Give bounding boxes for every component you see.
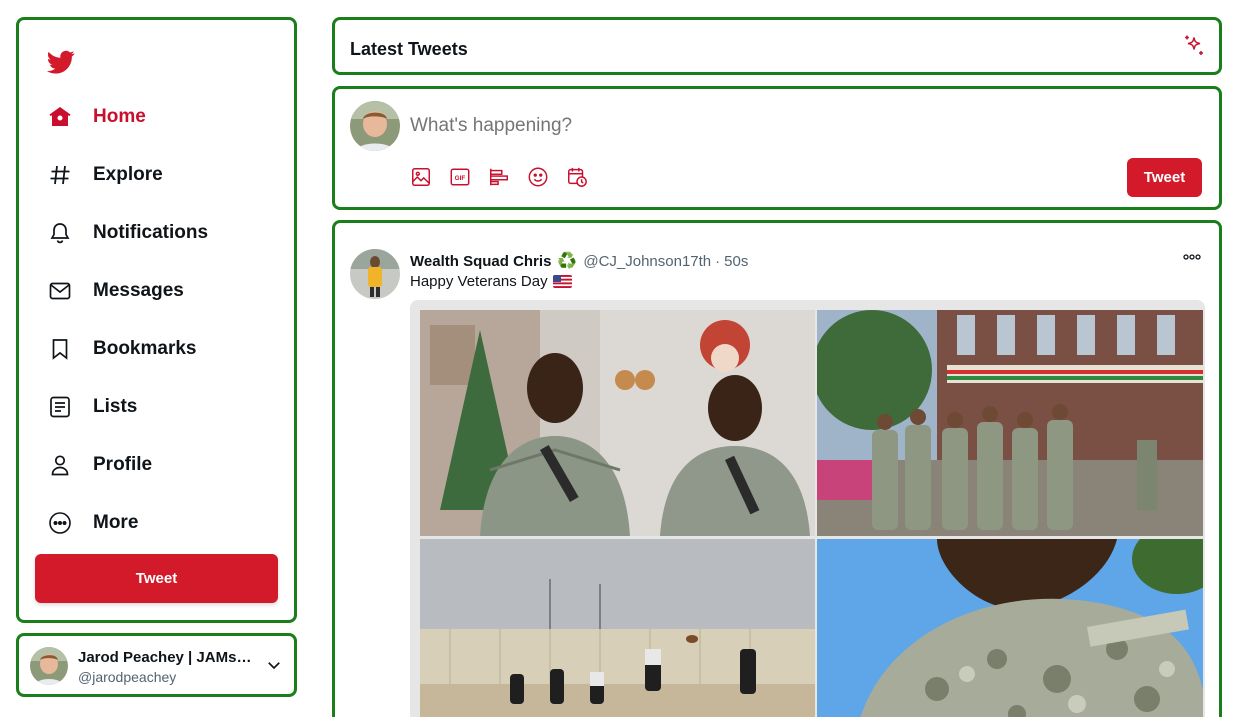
avatar xyxy=(30,647,68,685)
more-options-icon[interactable] xyxy=(1182,251,1202,263)
sidebar-nav: Home Explore Notifications Messages Book… xyxy=(16,17,297,623)
sparkle-icon[interactable] xyxy=(1182,34,1206,58)
tweet-timestamp[interactable]: 50s xyxy=(724,253,748,270)
sidebar-tweet-button[interactable]: Tweet xyxy=(35,554,278,603)
account-name: Jarod Peachey | JAMstack Developer xyxy=(78,649,256,666)
mail-icon xyxy=(47,278,73,304)
compose-input[interactable] xyxy=(410,115,1110,137)
svg-text:GIF: GIF xyxy=(455,175,466,182)
bell-icon xyxy=(47,220,73,246)
soldiers-street-group-photo[interactable] xyxy=(817,310,1203,536)
image-icon[interactable] xyxy=(410,166,432,188)
schedule-icon[interactable] xyxy=(566,166,588,188)
sidebar-item-messages[interactable]: Messages xyxy=(47,271,184,311)
chevron-down-icon[interactable] xyxy=(265,656,283,674)
tweet-author-name[interactable]: Wealth Squad Chris xyxy=(410,253,551,270)
sidebar-item-label: More xyxy=(93,512,139,533)
more-circle-icon xyxy=(47,510,73,536)
timeline-header: Latest Tweets xyxy=(332,17,1222,75)
compose-toolbar: GIF xyxy=(410,166,588,188)
avatar[interactable] xyxy=(350,249,400,299)
soldiers-christmas-photo[interactable] xyxy=(420,310,815,536)
sidebar-item-label: Profile xyxy=(93,454,153,475)
sidebar-item-home[interactable]: Home xyxy=(47,97,146,137)
tweet-media-grid xyxy=(410,300,1205,717)
account-switcher[interactable]: Jarod Peachey | JAMstack Developer @jaro… xyxy=(16,633,297,697)
hashtag-icon xyxy=(47,162,73,188)
twitter-logo-icon[interactable] xyxy=(46,48,76,76)
sidebar-item-more[interactable]: More xyxy=(47,503,138,543)
sidebar-item-label: Lists xyxy=(93,396,138,417)
tweet-text: Happy Veterans Day xyxy=(410,273,572,290)
sidebar-item-notifications[interactable]: Notifications xyxy=(47,213,208,253)
sidebar-item-explore[interactable]: Explore xyxy=(47,155,163,195)
avatar xyxy=(350,101,400,151)
bookmark-icon xyxy=(47,336,73,362)
tweet-body: Happy Veterans Day xyxy=(410,273,548,290)
sidebar-item-label: Messages xyxy=(93,280,184,301)
separator-dot: · xyxy=(715,252,721,270)
sidebar-item-label: Notifications xyxy=(93,222,209,243)
tweet-header: Wealth Squad Chris ♻️ @CJ_Johnson17th · … xyxy=(410,251,748,271)
list-icon xyxy=(47,394,73,420)
poll-icon[interactable] xyxy=(488,166,510,188)
sidebar-item-label: Home xyxy=(93,106,146,127)
tweet-card[interactable]: Wealth Squad Chris ♻️ @CJ_Johnson17th · … xyxy=(332,220,1222,717)
tweet-composer: GIF Tweet xyxy=(332,86,1222,210)
compose-tweet-button[interactable]: Tweet xyxy=(1127,158,1202,197)
person-icon xyxy=(47,452,73,478)
sidebar-item-bookmarks[interactable]: Bookmarks xyxy=(47,329,197,369)
sidebar-item-label: Bookmarks xyxy=(93,338,197,359)
gif-icon[interactable]: GIF xyxy=(449,166,471,188)
sidebar-item-label: Explore xyxy=(93,164,163,185)
soldiers-desert-football-photo[interactable] xyxy=(420,539,815,717)
soldier-selfie-photo[interactable] xyxy=(817,539,1203,717)
us-flag-emoji xyxy=(552,275,572,288)
home-icon xyxy=(47,104,73,130)
tweet-author-handle[interactable]: @CJ_Johnson17th xyxy=(583,253,711,270)
account-handle: @jarodpeachey xyxy=(78,669,177,685)
emoji-icon[interactable] xyxy=(527,166,549,188)
recycle-emoji: ♻️ xyxy=(557,253,578,270)
sidebar-item-profile[interactable]: Profile xyxy=(47,445,152,485)
sidebar-item-lists[interactable]: Lists xyxy=(47,387,137,427)
page-title: Latest Tweets xyxy=(350,39,468,59)
